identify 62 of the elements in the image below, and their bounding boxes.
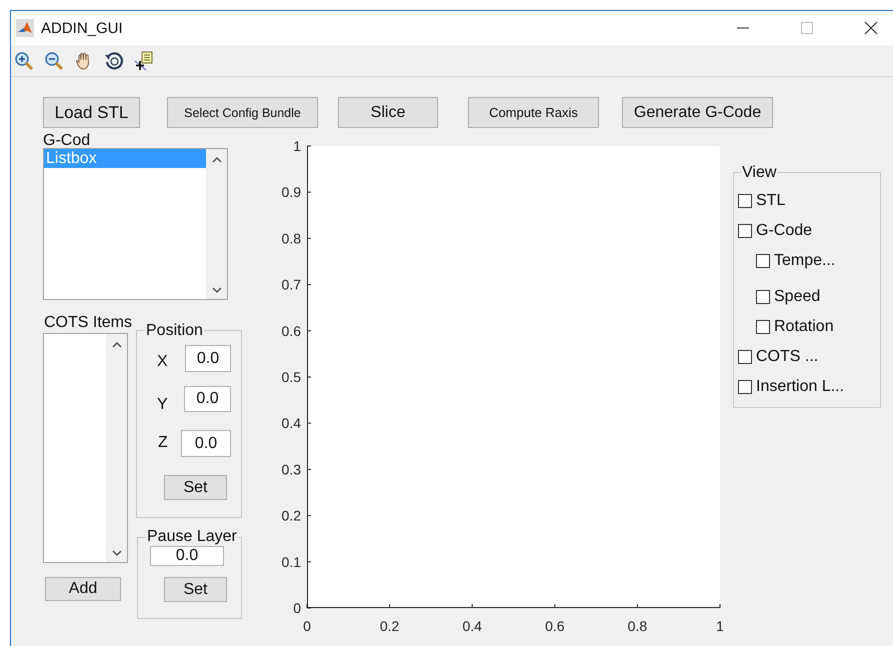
push-button[interactable]: Generate G-Code [622, 97, 773, 128]
input-field[interactable]: 0.0 [150, 546, 224, 566]
push-button[interactable]: Load STL [43, 97, 140, 128]
tick-label: 0.6 [545, 618, 565, 634]
checkbox-item[interactable]: Tempe... [756, 246, 836, 276]
push-button[interactable]: Select Config Bundle [167, 97, 318, 128]
checkbox[interactable] [738, 350, 752, 364]
scroll-bar[interactable] [106, 334, 127, 562]
tick-label: 0.2 [380, 618, 400, 634]
push-button[interactable]: Slice [338, 97, 438, 128]
group-title: Pause Layer [146, 528, 238, 546]
list-label: COTS Items [44, 314, 132, 332]
checkbox[interactable] [738, 194, 752, 208]
scroll-down-icon[interactable] [112, 550, 122, 556]
zoom-out-icon[interactable] [44, 50, 64, 70]
app-logo-icon [16, 19, 34, 37]
set-button[interactable]: Set [164, 577, 227, 602]
checkbox-item[interactable]: COTS ... [738, 342, 818, 372]
tick-label: 0.3 [282, 461, 301, 478]
tick-label: 0.6 [282, 322, 301, 339]
checkbox-item[interactable]: Insertion L... [738, 372, 844, 402]
scroll-up-icon[interactable] [112, 342, 122, 348]
add-button[interactable]: Add [45, 577, 121, 601]
list-label: G-Cod [43, 132, 90, 150]
tick-label: 0.1 [282, 554, 301, 570]
checkbox[interactable] [756, 320, 770, 334]
input-field[interactable]: 0.0 [184, 386, 231, 412]
checkbox-item[interactable]: Speed [756, 282, 820, 312]
checkbox-item[interactable]: STL [738, 186, 786, 216]
field-label: X [157, 353, 168, 371]
scroll-down-icon[interactable] [212, 287, 222, 293]
checkbox[interactable] [738, 380, 752, 394]
checkbox-item[interactable]: G-Code [738, 216, 812, 246]
tick-label: 0 [293, 600, 301, 616]
checkbox[interactable] [756, 254, 770, 268]
window-title: ADDIN_GUI [41, 20, 123, 36]
tick-label: 1 [293, 138, 301, 154]
tick-label: 1 [716, 618, 724, 634]
tick-label: 0.8 [628, 618, 648, 634]
data-cursor-icon[interactable] [134, 50, 154, 70]
scroll-up-icon[interactable] [212, 157, 222, 163]
set-button[interactable]: Set [164, 475, 227, 500]
tick-label: 0.4 [462, 618, 482, 634]
input-field[interactable]: 0.0 [185, 345, 231, 372]
zoom-in-icon[interactable] [14, 50, 34, 70]
rotate-icon[interactable] [104, 50, 124, 70]
field-label: Z [158, 434, 168, 452]
close-icon[interactable] [864, 21, 878, 35]
input-field[interactable]: 0.0 [181, 430, 231, 457]
checkbox-item[interactable]: Rotation [756, 312, 834, 342]
checkbox[interactable] [756, 290, 770, 304]
scroll-bar[interactable] [206, 149, 227, 299]
push-button[interactable]: Compute Raxis [468, 97, 599, 128]
tick-label: 0 [303, 618, 311, 634]
tick-label: 0.2 [282, 508, 301, 524]
field-label: Y [157, 396, 168, 414]
checkbox[interactable] [738, 224, 752, 238]
tick-label: 0.8 [282, 230, 301, 246]
tick-label: 0.5 [282, 369, 301, 385]
tick-label: 0.9 [282, 184, 301, 200]
tick-label: 0.7 [282, 276, 301, 293]
tick-label: 0.4 [282, 415, 301, 432]
